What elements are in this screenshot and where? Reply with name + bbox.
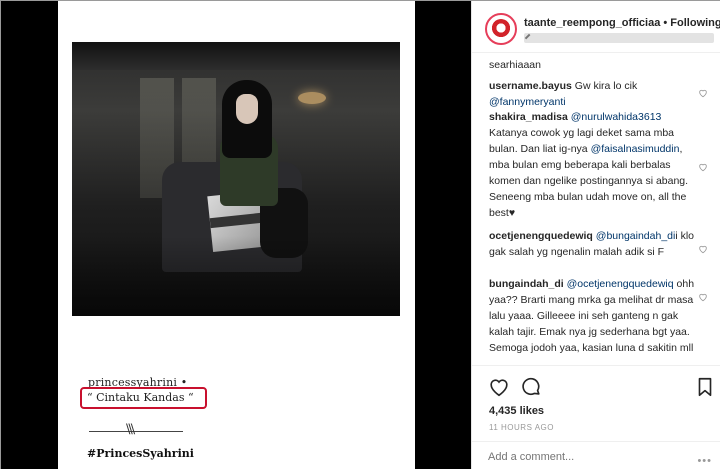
add-comment-bar: ••• bbox=[472, 441, 720, 469]
comment-mention[interactable]: @faisalnasimuddin bbox=[591, 143, 680, 155]
comment-text: Gw kira lo cik bbox=[571, 80, 638, 92]
comment-item: username.bayus Gw kira lo cik @fannymery… bbox=[489, 78, 699, 110]
caption-text: “ Cintaku Kandas “ bbox=[87, 391, 194, 404]
post-image-panel: princessyahrini • “ Cintaku Kandas “ \\\… bbox=[1, 1, 471, 469]
comment-username[interactable]: username.bayus bbox=[489, 80, 572, 92]
post-card: princessyahrini • “ Cintaku Kandas “ \\\… bbox=[58, 1, 415, 469]
post-header: taante_reempong_officiaa • Following bbox=[472, 1, 720, 53]
comment-username[interactable]: ocetjenengquedewiq bbox=[489, 230, 593, 242]
comment-text: searhiaaan bbox=[489, 59, 541, 71]
like-comment-heart-icon[interactable] bbox=[698, 159, 708, 172]
redacted-location-bar bbox=[524, 33, 714, 43]
signature-mark: \\\ bbox=[126, 422, 135, 437]
comment-list[interactable]: searhiaaan username.bayus Gw kira lo cik… bbox=[472, 53, 720, 364]
like-count[interactable]: 4,435 likes bbox=[489, 405, 544, 417]
comment-mention[interactable]: @ocetjenengquedewiq bbox=[567, 278, 674, 290]
comment-item: ocetjenengquedewiq @bungaindah_dii klo g… bbox=[489, 228, 699, 260]
more-options-icon[interactable]: ••• bbox=[697, 455, 712, 467]
following-button[interactable]: Following bbox=[670, 17, 720, 29]
comment-username[interactable]: bungaindah_di bbox=[489, 278, 564, 290]
comment-mention[interactable]: @nurulwahida3613 bbox=[571, 111, 662, 123]
comment-mention[interactable]: @bungaindah_di bbox=[596, 230, 676, 242]
comment-bubble-icon[interactable] bbox=[520, 376, 542, 398]
comment-item: bungaindah_di @ocetjenengquedewiq ohh ya… bbox=[489, 276, 699, 356]
like-comment-heart-icon[interactable] bbox=[698, 85, 708, 98]
post-hashtag: #PrincesSyahrini bbox=[87, 447, 194, 460]
post-timestamp: 11 HOURS AGO bbox=[489, 423, 554, 432]
chevron-left-icon bbox=[524, 33, 534, 43]
comment-mention[interactable]: @fannymeryanti bbox=[489, 96, 566, 108]
header-line: taante_reempong_officiaa • Following bbox=[524, 17, 720, 29]
screenshot-frame: princessyahrini • “ Cintaku Kandas “ \\\… bbox=[0, 0, 720, 469]
avatar[interactable] bbox=[485, 13, 517, 45]
comment-item: searhiaaan bbox=[489, 57, 699, 73]
post-actions: 4,435 likes 11 HOURS AGO bbox=[472, 365, 720, 453]
comment-input[interactable] bbox=[488, 449, 688, 465]
post-photo bbox=[72, 42, 400, 316]
comment-username[interactable]: shakira_madisa bbox=[489, 111, 568, 123]
header-separator: • bbox=[660, 17, 671, 29]
like-heart-icon[interactable] bbox=[488, 376, 510, 398]
comments-panel: taante_reempong_officiaa • Following sea… bbox=[471, 1, 720, 469]
like-comment-heart-icon[interactable] bbox=[698, 241, 708, 254]
bookmark-icon[interactable] bbox=[694, 376, 716, 398]
comment-item: shakira_madisa @nurulwahida3613 Katanya … bbox=[489, 109, 699, 221]
signature-line bbox=[89, 431, 183, 432]
account-handle[interactable]: taante_reempong_officiaa bbox=[524, 17, 660, 29]
like-comment-heart-icon[interactable] bbox=[698, 289, 708, 302]
